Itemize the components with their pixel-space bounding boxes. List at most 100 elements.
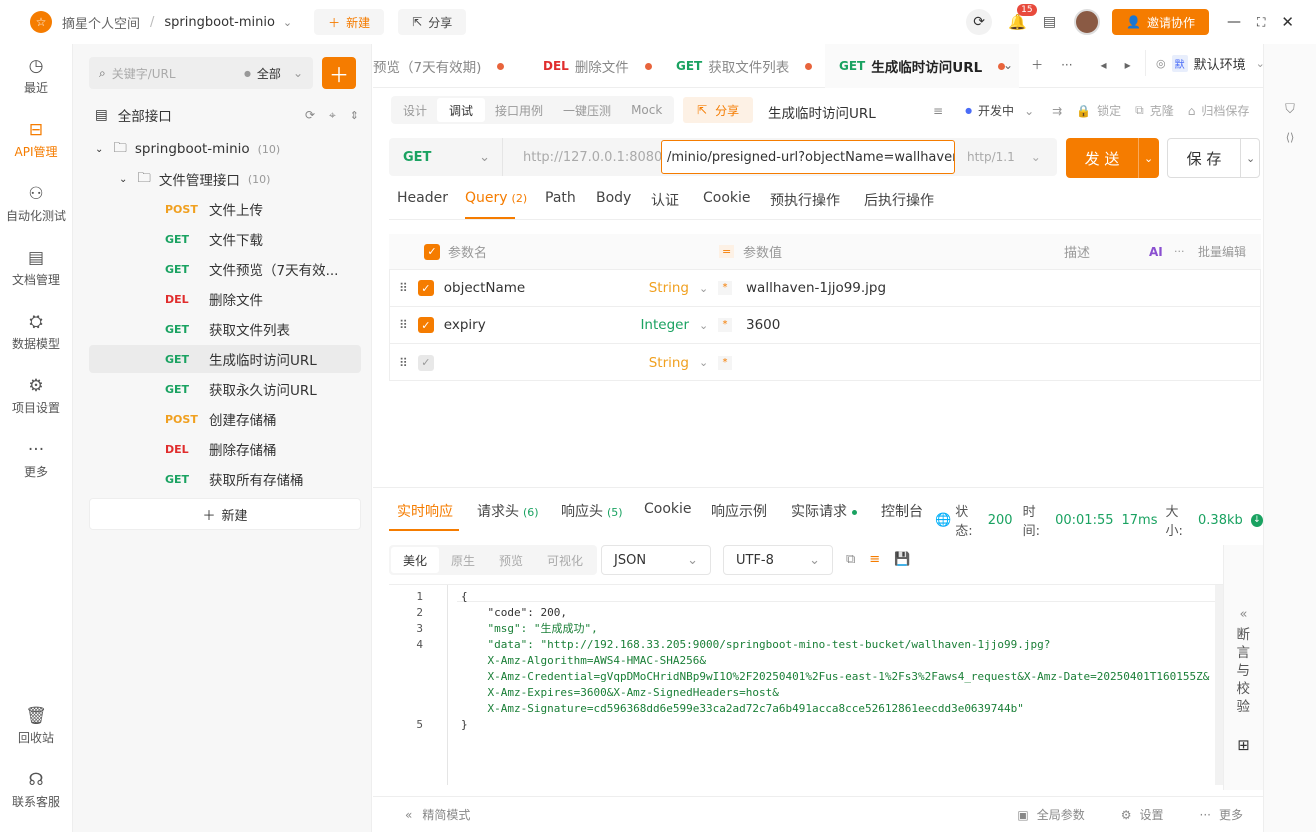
maximize-icon[interactable]: ⛶ [1257, 15, 1265, 30]
space-name[interactable]: 摘星个人空间 [62, 13, 140, 32]
tab-list-chevron-icon[interactable]: ⌄ [1003, 58, 1013, 72]
request-param-tab[interactable]: Query (2) [465, 190, 527, 206]
api-tree-item[interactable]: POST 创建存储桶 [89, 405, 361, 433]
url-path-input[interactable]: /minio/presigned-url?objectName=wallhave… [661, 140, 955, 174]
collapse-icon[interactable]: ⇕ [350, 109, 359, 122]
mode-tab[interactable]: Mock [621, 98, 672, 122]
drag-handle-icon[interactable]: ⠿ [399, 318, 408, 332]
refresh-icon[interactable]: ⟳ [966, 9, 993, 35]
nav-bottom-item-1[interactable]: ☊ 联系客服 [0, 758, 72, 822]
response-tab[interactable]: Cookie [644, 501, 692, 517]
param-enabled-checkbox[interactable]: ✓ [417, 317, 434, 333]
select-all-checkbox[interactable]: ✓ [424, 243, 440, 260]
request-param-tab[interactable]: 预执行操作 [770, 190, 840, 210]
minimize-icon[interactable]: — [1227, 14, 1241, 30]
nav-bottom-item-0[interactable]: 🗑 回收站 [0, 694, 72, 758]
mode-tab[interactable]: 设计 [393, 98, 437, 122]
param-enabled-checkbox[interactable]: ✓ [417, 354, 434, 371]
chevron-down-icon[interactable]: ⌄ [283, 16, 292, 29]
api-tree-item[interactable]: GET 生成临时访问URL [89, 345, 361, 373]
project-name[interactable]: springboot-minio [164, 15, 275, 30]
message-icon[interactable]: ▤ [1043, 14, 1056, 30]
assert-panel[interactable]: « 断言与校验 ⊞ [1223, 545, 1263, 790]
new-button[interactable]: ＋ 新建 [314, 9, 385, 35]
mode-tab[interactable]: 调试 [437, 98, 486, 122]
response-tab[interactable]: 响应示例 [711, 501, 767, 521]
save-button[interactable]: 保 存 ⌄ [1167, 138, 1260, 178]
nav-item-3[interactable]: ▤ 文档管理 [0, 236, 72, 300]
chevron-down-icon[interactable]: ⌄ [699, 319, 708, 332]
param-type-select[interactable]: String [649, 280, 689, 296]
request-tab[interactable]: GET 获取文件列表 [676, 44, 813, 88]
chevron-down-icon[interactable]: ⌄ [1024, 104, 1034, 118]
param-value-input[interactable]: wallhaven-1jjo99.jpg [746, 280, 886, 296]
close-icon[interactable]: ✕ [1281, 13, 1294, 31]
avatar[interactable] [1074, 9, 1101, 35]
copy-icon[interactable]: ⧉ [846, 552, 855, 567]
format-icon[interactable]: ≡ [933, 104, 943, 118]
add-api-button[interactable]: ＋ [322, 57, 356, 89]
response-tab[interactable]: 请求头 (6) [477, 501, 539, 521]
send-button[interactable]: 发 送 ⌄ [1066, 138, 1159, 178]
method-select[interactable]: GET ⌄ [389, 138, 503, 176]
tab-scroll-left-icon[interactable]: ◂ [1101, 58, 1107, 72]
param-name-input[interactable]: objectName [444, 280, 624, 296]
encoding-select[interactable]: UTF-8 ⌄ [723, 545, 833, 575]
add-tab-icon[interactable]: ＋ [1031, 56, 1043, 73]
lock-button[interactable]: 锁定 [1097, 102, 1121, 119]
api-name-input[interactable]: 生成临时访问URL [768, 102, 876, 122]
unsaved-dot-icon[interactable] [644, 62, 652, 70]
response-tab[interactable]: 实时响应 [397, 501, 453, 521]
nav-item-2[interactable]: ⚇ 自动化测试 [0, 172, 72, 236]
nav-item-6[interactable]: ··· 更多 [0, 428, 72, 492]
view-mode-tab[interactable]: 原生 [439, 547, 487, 573]
save-response-icon[interactable]: 💾 [894, 552, 910, 567]
api-tree-item[interactable]: DEL 删除存储桶 [89, 435, 361, 463]
status-select[interactable]: 开发中 [978, 102, 1014, 119]
api-tree-item[interactable]: GET 文件预览（7天有效... [89, 255, 361, 283]
locate-icon[interactable]: ⌖ [329, 108, 336, 123]
request-param-tab[interactable]: 认证 [651, 190, 679, 210]
share-button[interactable]: ⇱ 分享 [398, 9, 467, 35]
request-param-tab[interactable]: Cookie [703, 190, 751, 206]
param-value-input[interactable]: 3600 [746, 317, 780, 333]
chevron-down-icon[interactable]: ⌄ [699, 356, 708, 369]
response-tab[interactable]: 控制台 [881, 501, 923, 521]
send-chevron-icon[interactable]: ⌄ [1138, 138, 1153, 178]
download-icon[interactable]: ↓ [1250, 513, 1263, 527]
api-tree-item[interactable]: GET 获取所有存储桶 [89, 465, 361, 493]
project-folder-row[interactable]: ⌄ 🗀 springboot-minio (10) [95, 135, 280, 163]
response-body[interactable]: 1{2 "code": 200, 3 "msg": "生成成功", 4 "data"… [389, 584, 1223, 785]
collapse-icon[interactable]: « [405, 808, 412, 822]
api-tree-item[interactable]: GET 获取文件列表 [89, 315, 361, 343]
api-tree-item[interactable]: GET 文件下载 [89, 225, 361, 253]
tab-more-icon[interactable]: ··· [1061, 58, 1072, 72]
nav-item-5[interactable]: ⚙ 项目设置 [0, 364, 72, 428]
view-mode-tab[interactable]: 可视化 [535, 547, 595, 573]
required-star-icon[interactable]: * [718, 355, 732, 370]
request-tab[interactable]: 预览（7天有效期) [373, 44, 505, 88]
param-type-select[interactable]: Integer [640, 317, 689, 333]
shield-icon[interactable]: ⛉ [1264, 102, 1316, 117]
drag-handle-icon[interactable]: ⠿ [399, 356, 408, 370]
request-tab[interactable]: DEL 删除文件 [543, 44, 652, 88]
unsaved-dot-icon[interactable] [805, 62, 813, 70]
more-icon[interactable]: ··· [1174, 245, 1185, 258]
request-param-tab[interactable]: 后执行操作 [864, 190, 934, 210]
format-select[interactable]: JSON ⌄ [601, 545, 711, 575]
protocol-select[interactable]: http/1.1 ⌄ [955, 150, 1041, 164]
ai-icon[interactable]: AI [1149, 245, 1163, 259]
api-tree-item[interactable]: POST 文件上传 [89, 195, 361, 223]
api-tree-item[interactable]: DEL 删除文件 [89, 285, 361, 313]
param-type-select[interactable]: String [649, 355, 689, 371]
nav-item-4[interactable]: ⛭ 数据模型 [0, 300, 72, 364]
mode-tab[interactable]: 一键压测 [553, 98, 621, 122]
param-enabled-checkbox[interactable]: ✓ [417, 280, 434, 296]
env-select[interactable]: ◎ 默 默认环境 ⌄ [1145, 50, 1275, 76]
request-param-tab[interactable]: Path [545, 190, 576, 206]
required-star-icon[interactable]: * [718, 318, 732, 332]
more-button[interactable]: 更多 [1219, 806, 1243, 823]
nav-item-1[interactable]: ⊟ API管理 [0, 108, 72, 172]
response-tab[interactable]: 实际请求 [791, 501, 857, 521]
settings-button[interactable]: 设置 [1140, 806, 1164, 823]
